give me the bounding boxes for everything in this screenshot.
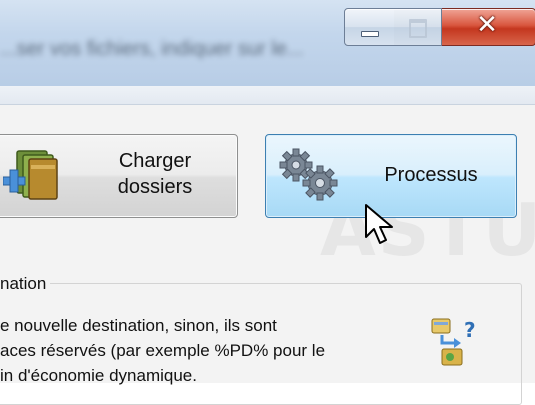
load-folders-label: Charger dossiers xyxy=(85,148,225,200)
description-line-3: in d'économie dynamique. xyxy=(0,366,197,385)
svg-text:?: ? xyxy=(464,318,476,342)
close-button[interactable]: ✕ xyxy=(442,8,535,46)
header-strip xyxy=(0,86,535,105)
maximize-icon xyxy=(409,19,427,38)
path-variables-help-icon: ? xyxy=(431,318,476,366)
description-line-1: e nouvelle destination, sinon, ils sont xyxy=(0,316,277,335)
close-icon: ✕ xyxy=(476,10,498,40)
mouse-pointer-icon xyxy=(365,204,393,244)
maximize-button[interactable] xyxy=(394,8,442,46)
minimize-button[interactable] xyxy=(344,8,395,46)
gears-icon xyxy=(279,148,338,201)
window-titlebar[interactable]: ...ser vos fichiers, indiquer sur le... … xyxy=(0,0,535,87)
load-folders-button[interactable]: Charger dossiers xyxy=(0,134,238,218)
path-variables-help-button[interactable]: ? xyxy=(428,313,488,373)
load-folders-label-line1: Charger xyxy=(118,150,192,172)
description-line-2: aces réservés (par exemple %PD% pour le xyxy=(0,341,326,360)
process-label: Processus xyxy=(384,164,478,186)
load-folders-label-line2: dossiers xyxy=(117,176,193,198)
destination-group-title: nation xyxy=(0,274,51,294)
folder-with-plus-icon xyxy=(3,150,58,200)
minimize-icon xyxy=(361,31,379,37)
